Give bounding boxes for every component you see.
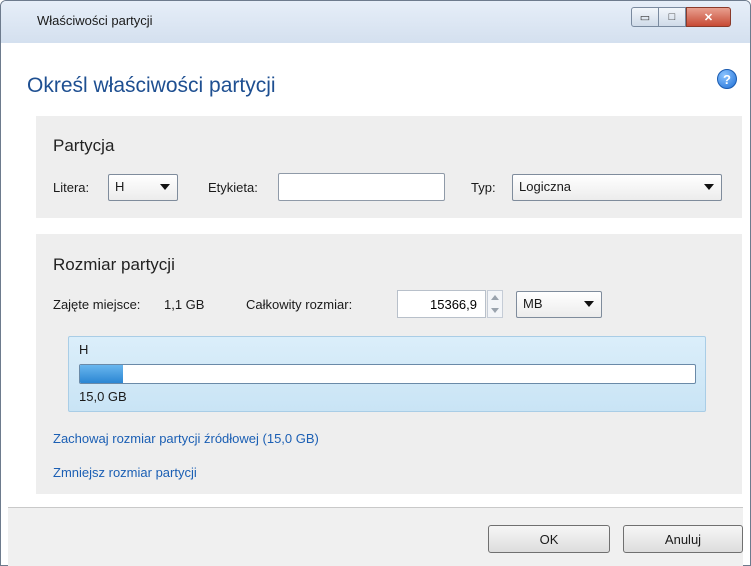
size-panel-title: Rozmiar partycji	[53, 255, 175, 274]
size-spinner[interactable]	[487, 290, 503, 318]
letter-value: H	[115, 179, 125, 194]
letter-label: Litera:	[53, 180, 90, 195]
chevron-down-icon	[160, 184, 170, 190]
unit-select[interactable]: MB	[516, 291, 602, 318]
shrink-partition-link[interactable]: Zmniejsz rozmiar partycji	[53, 465, 197, 480]
type-select[interactable]: Logiczna	[512, 174, 722, 201]
window-title: Właściwości partycji	[37, 13, 153, 28]
type-value: Logiczna	[519, 179, 572, 194]
partition-panel-title: Partycja	[53, 136, 115, 155]
ok-button[interactable]: OK	[488, 525, 610, 553]
page-heading: Określ właściwości partycji	[27, 74, 276, 97]
keep-source-size-link[interactable]: Zachowaj rozmiar partycji źródłowej (15,…	[53, 431, 319, 446]
unit-value: MB	[523, 296, 543, 311]
spin-down-icon[interactable]	[491, 308, 499, 313]
minimize-button[interactable]: ▭	[631, 7, 659, 27]
close-button[interactable]: ✕	[686, 7, 731, 27]
partition-panel: Partycja	[36, 116, 742, 218]
minimize-icon: ▭	[639, 11, 651, 24]
disk-total-size: 15,0 GB	[79, 389, 127, 404]
disk-usage-fill	[80, 365, 124, 383]
close-icon: ✕	[703, 11, 714, 24]
type-label: Typ:	[471, 180, 496, 195]
total-size-label: Całkowity rozmiar:	[246, 297, 353, 312]
help-icon[interactable]: ?	[717, 69, 737, 89]
total-size-input[interactable]: 15366,9	[397, 290, 486, 318]
chevron-down-icon	[584, 301, 594, 307]
label-label: Etykieta:	[208, 180, 258, 195]
used-space-label: Zajęte miejsce:	[53, 297, 141, 312]
maximize-icon: □	[668, 11, 676, 23]
letter-select[interactable]: H	[108, 174, 178, 201]
cancel-button[interactable]: Anuluj	[623, 525, 743, 553]
maximize-button[interactable]: □	[658, 7, 686, 27]
disk-usage-bar	[79, 364, 696, 384]
chevron-down-icon	[704, 184, 714, 190]
disk-letter: H	[79, 342, 89, 357]
used-space-value: 1,1 GB	[164, 297, 205, 312]
title-bar[interactable]: Właściwości partycji ▭ □ ✕	[1, 1, 750, 43]
spin-up-icon[interactable]	[491, 295, 499, 300]
label-input[interactable]	[278, 173, 445, 201]
